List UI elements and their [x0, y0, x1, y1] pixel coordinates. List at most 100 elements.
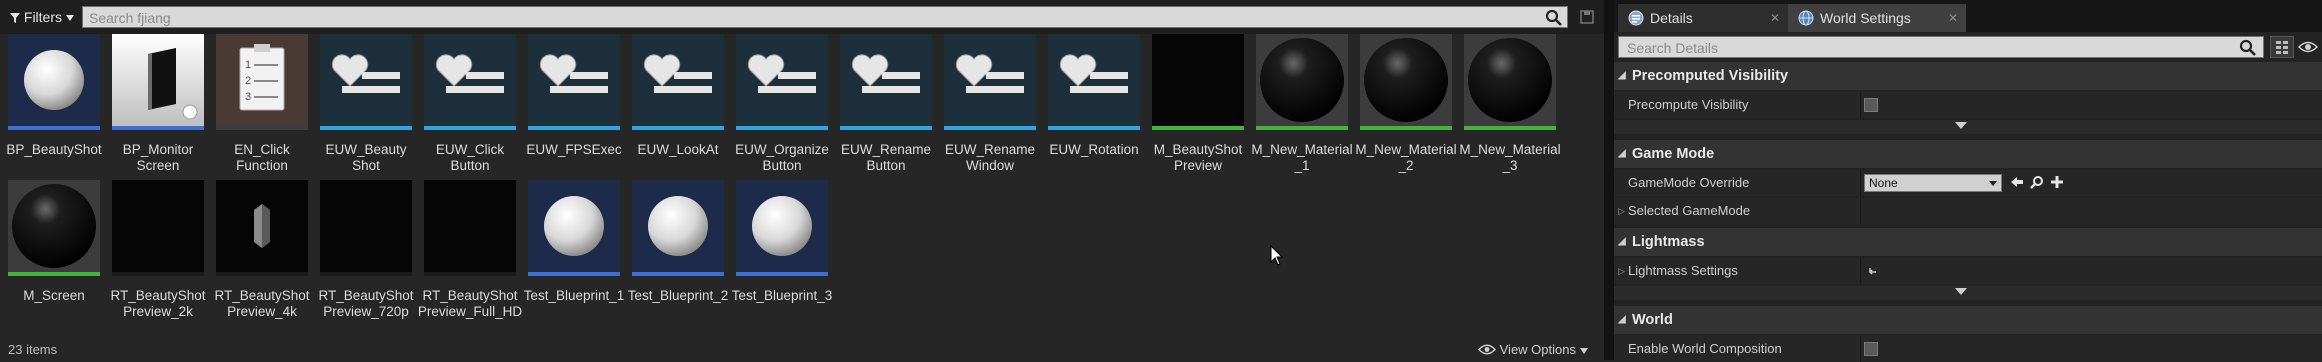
- details-search-input[interactable]: [1625, 37, 2229, 59]
- heart-list-icon: [944, 34, 1036, 126]
- column-divider[interactable]: [1860, 258, 1861, 284]
- list-notepad-icon: 1 2 3: [216, 34, 308, 126]
- heart-list-icon: [632, 34, 724, 126]
- use-selected-arrow-icon[interactable]: [2010, 175, 2024, 189]
- white-sphere-icon: [632, 180, 724, 272]
- black-sphere-icon: [1256, 34, 1348, 126]
- monitor-icon: [112, 34, 204, 126]
- gray-prism-icon: [216, 180, 308, 272]
- asset-type-color-strip: [528, 126, 620, 130]
- property-row-precompute-visibility: Precompute Visibility: [1614, 92, 2322, 118]
- advanced-expand-arrow-icon[interactable]: [1955, 288, 1967, 295]
- asset-search-box[interactable]: [82, 6, 1568, 29]
- property-label: GameMode Override: [1628, 175, 1750, 190]
- collapse-triangle-icon: ◢: [1618, 314, 1626, 325]
- chevron-down-icon: [65, 15, 74, 21]
- asset-type-color-strip: [528, 272, 620, 276]
- gamemode-override-dropdown[interactable]: None: [1864, 174, 2002, 192]
- asset-label: M_New_Material _2: [1355, 142, 1457, 173]
- asset-label: EN_Click Function: [234, 142, 290, 173]
- category-world[interactable]: ◢ World: [1614, 306, 2322, 334]
- tab-details[interactable]: Details ✕: [1618, 4, 1788, 32]
- advanced-expand-arrow-icon[interactable]: [1955, 122, 1967, 129]
- black-sphere-icon: [1360, 34, 1452, 126]
- asset-label: EUW_Organize Button: [735, 142, 829, 173]
- asset-search-input[interactable]: [87, 7, 1531, 29]
- asset-label: EUW_Rename Button: [840, 142, 932, 173]
- close-icon[interactable]: ✕: [1770, 4, 1780, 32]
- property-row-enable-world-composition: Enable World Composition: [1614, 336, 2322, 362]
- asset-type-color-strip: [632, 272, 724, 276]
- asset-label: M_BeautyShot Preview: [1153, 142, 1243, 173]
- asset-type-color-strip: [424, 272, 516, 276]
- grid-icon: [2276, 41, 2288, 54]
- asset-label: BP_Monitor Screen: [122, 142, 194, 173]
- asset-type-color-strip: [1360, 126, 1452, 130]
- expand-arrow-icon[interactable]: ▷: [1618, 258, 1625, 284]
- globe-icon: [1798, 10, 1814, 26]
- filters-button[interactable]: Filters: [4, 6, 80, 28]
- black-square-icon: [112, 180, 204, 272]
- property-label: Selected GameMode: [1628, 203, 1751, 218]
- svg-text:3: 3: [245, 91, 251, 103]
- asset-label: BP_BeautyShot: [6, 142, 102, 157]
- column-divider[interactable]: [1860, 170, 1861, 196]
- chevron-down-icon: [1579, 348, 1588, 354]
- content-browser-toolbar: Filters: [0, 0, 1604, 34]
- asset-label: RT_BeautyShot Preview_2k: [110, 288, 206, 319]
- enable-world-composition-checkbox[interactable]: [1864, 342, 1878, 356]
- tab-details-label: Details: [1650, 10, 1693, 26]
- category-precomputed-visibility[interactable]: ◢ Precomputed Visibility: [1614, 62, 2322, 90]
- property-matrix-button[interactable]: [2270, 36, 2294, 58]
- asset-label: M_New_Material _3: [1459, 142, 1561, 173]
- expand-arrow-icon[interactable]: ▷: [1618, 198, 1625, 224]
- panel-splitter[interactable]: [1604, 0, 1614, 360]
- asset-label: EUW_LookAt: [637, 142, 719, 157]
- asset-label: RT_BeautyShot Preview_4k: [214, 288, 310, 319]
- black-square-icon: [424, 180, 516, 272]
- asset-type-color-strip: [8, 126, 100, 130]
- browse-search-icon[interactable]: [2030, 175, 2044, 189]
- asset-label: EUW_Click Button: [435, 142, 505, 173]
- collapse-triangle-icon: ◢: [1618, 236, 1626, 247]
- close-icon[interactable]: ✕: [1948, 4, 1958, 32]
- precompute-visibility-checkbox[interactable]: [1864, 98, 1878, 112]
- column-divider[interactable]: [1860, 92, 1861, 118]
- column-divider[interactable]: [1860, 198, 1861, 224]
- content-browser: Filters BP_BeautyShot BP_Monitor Screen 1 2…: [0, 0, 1604, 360]
- add-plus-icon[interactable]: [2050, 175, 2064, 189]
- heart-list-icon: [736, 34, 828, 126]
- svg-text:1: 1: [245, 59, 251, 71]
- asset-label: RT_BeautyShot Preview_720p: [318, 288, 414, 319]
- black-square-icon: [1152, 34, 1244, 126]
- tab-world-settings[interactable]: World Settings ✕: [1788, 4, 1966, 32]
- advanced-expander-row: [1614, 120, 2322, 134]
- heart-list-icon: [1048, 34, 1140, 126]
- filter-funnel-icon: [10, 13, 20, 23]
- asset-label: RT_BeautyShot Preview_Full_HD: [417, 288, 523, 319]
- asset-label: EUW_Rotation: [1049, 142, 1139, 157]
- asset-type-color-strip: [320, 126, 412, 130]
- heart-list-icon: [320, 34, 412, 126]
- property-row-selected-gamemode[interactable]: ▷ Selected GameMode: [1614, 198, 2322, 224]
- black-square-icon: [320, 180, 412, 272]
- category-game-mode[interactable]: ◢ Game Mode: [1614, 140, 2322, 168]
- property-row-lightmass-settings[interactable]: ▷ Lightmass Settings: [1614, 258, 2322, 284]
- mouse-cursor-icon: [1270, 245, 1284, 266]
- save-search-icon[interactable]: [1580, 10, 1594, 24]
- search-icon[interactable]: [2239, 39, 2257, 57]
- column-divider[interactable]: [1860, 336, 1861, 362]
- asset-label: Test_Blueprint_2: [627, 288, 729, 303]
- view-options-eye-icon[interactable]: [2298, 38, 2318, 56]
- details-search-box[interactable]: [1618, 36, 2264, 59]
- heart-list-icon: [424, 34, 516, 126]
- property-row-gamemode-override: GameMode Override None: [1614, 170, 2322, 196]
- asset-type-color-strip: [1048, 126, 1140, 130]
- view-options-button[interactable]: View Options: [1478, 342, 1588, 357]
- reset-to-default-icon[interactable]: [1868, 266, 1878, 276]
- asset-type-color-strip: [424, 126, 516, 130]
- collapse-triangle-icon: ◢: [1618, 148, 1626, 159]
- asset-type-color-strip: [8, 272, 100, 276]
- search-icon[interactable]: [1545, 9, 1563, 27]
- category-lightmass[interactable]: ◢ Lightmass: [1614, 228, 2322, 256]
